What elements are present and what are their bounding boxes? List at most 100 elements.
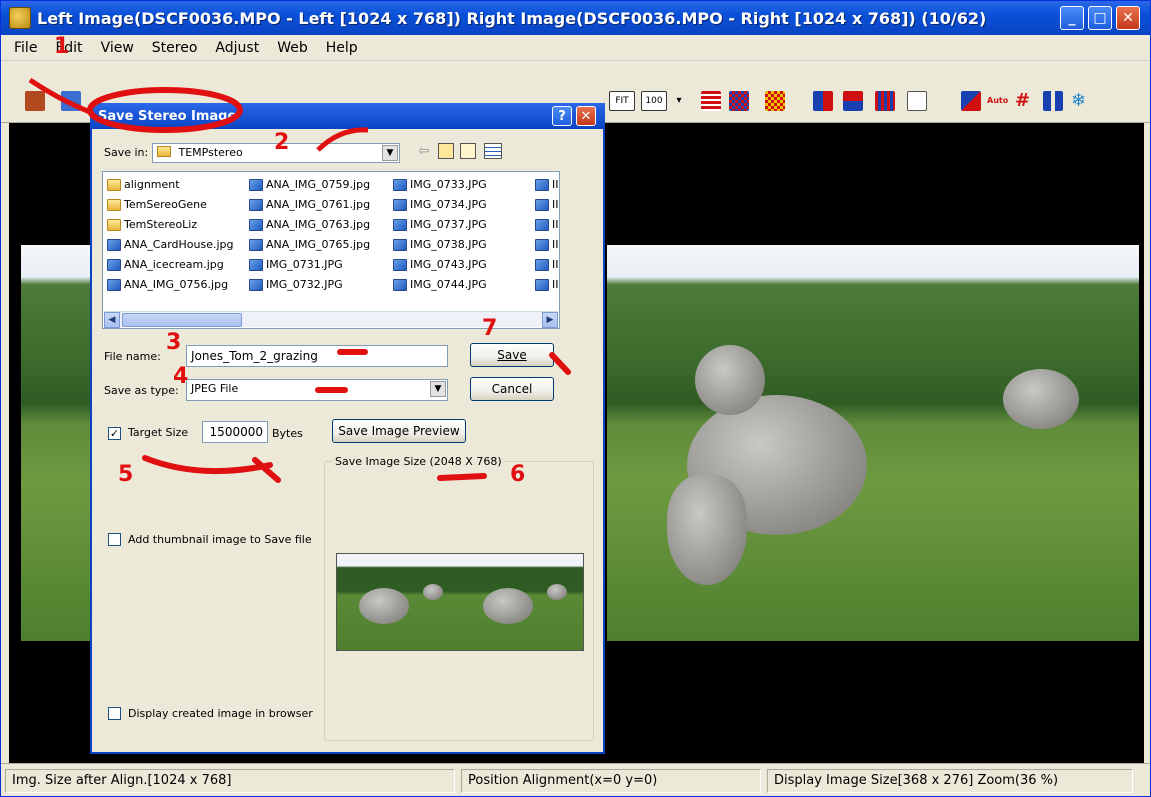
minimize-button[interactable]: _ [1060,6,1084,30]
dialog-close-button[interactable]: ✕ [576,106,596,126]
file-item-label: ANA_IMG_0759.jpg [266,178,371,191]
save-icon[interactable] [61,91,81,111]
back-icon[interactable]: ⇦ [418,143,430,159]
file-name-field[interactable]: Jones_Tom_2_grazing [186,345,448,367]
image-file-icon [249,218,263,231]
file-item[interactable]: IMG_0731.JPG [249,258,343,271]
file-item-label: II [552,218,559,231]
file-item[interactable]: TemStereoLiz [107,218,197,231]
file-item[interactable]: IMG_0734.JPG [393,198,487,211]
open-icon[interactable] [25,91,45,111]
column-interlace-icon[interactable] [875,91,895,111]
add-thumbnail-checkbox[interactable] [108,533,121,546]
anaglyph-icon[interactable] [961,91,981,111]
menu-help[interactable]: Help [317,40,367,56]
file-item[interactable]: IMG_0733.JPG [393,178,487,191]
file-item-partial[interactable]: II [535,218,559,231]
file-item-label: II [552,198,559,211]
zoom-dropdown-icon[interactable]: ▾ [673,91,685,111]
save-preview-button[interactable]: Save Image Preview [332,419,466,443]
side-by-side-icon[interactable] [813,91,833,111]
cancel-button[interactable]: Cancel [470,377,554,401]
view-menu-icon[interactable] [484,143,502,159]
file-item-label: ANA_IMG_0765.jpg [266,238,371,251]
menu-adjust[interactable]: Adjust [206,40,268,56]
checker-icon[interactable] [729,91,749,111]
menu-view[interactable]: View [92,40,143,56]
file-item[interactable]: ANA_CardHouse.jpg [107,238,234,251]
file-item-label: IMG_0732.JPG [266,278,343,291]
file-item[interactable]: ANA_IMG_0756.jpg [107,278,228,291]
target-size-label: Target Size [128,426,189,439]
mosaic-icon[interactable] [765,91,785,111]
scroll-left-icon[interactable]: ◀ [104,312,120,328]
fit-button[interactable]: FIT [609,91,635,111]
file-item[interactable]: ANA_IMG_0763.jpg [249,218,370,231]
menu-bar: File Edit View Stereo Adjust Web Help [1,35,1150,61]
maximize-button[interactable]: □ [1088,6,1112,30]
image-file-icon [535,178,549,191]
folder-icon [157,146,171,157]
app-icon [9,7,31,29]
file-item-label: TemSereoGene [124,198,207,211]
target-size-checkbox[interactable]: ✓ [108,427,121,440]
sheep-head [667,475,747,585]
image-file-icon [107,238,121,251]
file-item[interactable]: IMG_0744.JPG [393,278,487,291]
title-bar[interactable]: Left Image(DSCF0036.MPO - Left [1024 x 7… [1,1,1150,35]
annotation-5: 5 [118,462,134,487]
file-item-label: II [552,258,559,271]
grid-icon[interactable]: # [1015,91,1035,111]
file-item-partial[interactable]: II [535,258,559,271]
file-item-partial[interactable]: II [535,178,559,191]
new-folder-icon[interactable] [460,143,476,159]
file-item[interactable]: ANA_IMG_0761.jpg [249,198,370,211]
scrollbar-thumb[interactable] [122,313,242,327]
menu-file[interactable]: File [5,40,46,56]
close-button[interactable]: ✕ [1116,6,1140,30]
over-under-icon[interactable] [843,91,863,111]
up-folder-icon[interactable] [438,143,454,159]
menu-web[interactable]: Web [268,40,317,56]
file-item-label: IMG_0738.JPG [410,238,487,251]
interlace-icon[interactable] [701,91,721,111]
help-button[interactable]: ? [552,106,572,126]
image-file-icon [249,198,263,211]
file-item[interactable]: IMG_0732.JPG [249,278,343,291]
file-item-partial[interactable]: II [535,198,559,211]
image-file-icon [535,238,549,251]
file-item[interactable]: TemSereoGene [107,198,207,211]
save-type-value: JPEG File [191,382,239,395]
snowflake-icon[interactable]: ❄ [1071,91,1091,111]
file-item-partial[interactable]: II [535,278,559,291]
dialog-title-bar[interactable]: Save Stereo Image ? ✕ [90,103,605,129]
display-browser-checkbox[interactable] [108,707,121,720]
scroll-right-icon[interactable]: ▶ [542,312,558,328]
menu-stereo[interactable]: Stereo [143,40,207,56]
file-item[interactable]: alignment [107,178,180,191]
save-button[interactable]: Save [470,343,554,367]
file-item[interactable]: ANA_IMG_0765.jpg [249,238,370,251]
file-item[interactable]: IMG_0737.JPG [393,218,487,231]
swap-icon[interactable] [1043,91,1063,111]
target-size-field[interactable]: 1500000 [202,421,268,443]
file-item[interactable]: IMG_0743.JPG [393,258,487,271]
image-file-icon [249,258,263,271]
file-item[interactable]: IMG_0738.JPG [393,238,487,251]
zoom-100-button[interactable]: 100 [641,91,667,111]
image-file-icon [249,178,263,191]
image-file-icon [249,238,263,251]
auto-align-button[interactable]: Auto [987,91,1008,111]
file-item-partial[interactable]: II [535,238,559,251]
file-item[interactable]: ANA_icecream.jpg [107,258,224,271]
image-file-icon [393,178,407,191]
folder-icon [107,218,121,231]
file-item-label: ANA_CardHouse.jpg [124,238,234,251]
save-type-combo[interactable]: JPEG File ▼ [186,379,448,401]
file-item[interactable]: ANA_IMG_0759.jpg [249,178,370,191]
image-file-icon [393,218,407,231]
annotation-4: 4 [173,364,189,389]
glasses-icon[interactable] [907,91,927,111]
file-item-label: ANA_IMG_0761.jpg [266,198,371,211]
status-display: Display Image Size[368 x 276] Zoom(36 %) [767,769,1133,793]
